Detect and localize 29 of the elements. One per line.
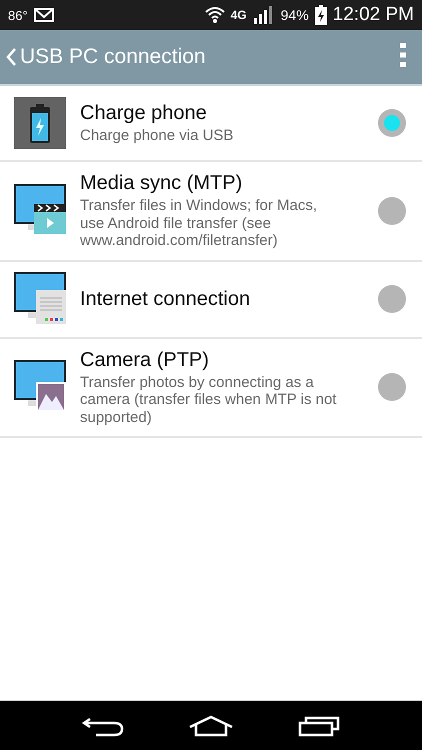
option-title: Internet connection (80, 288, 252, 311)
temperature: 86° (8, 8, 28, 22)
usb-mode-option[interactable]: Media sync (MTP) Transfer files in Windows; for Macs, use Android file transfer (see www.android.com/filetransfer) (0, 162, 422, 260)
mail-icon (34, 8, 54, 22)
wifi-icon (204, 6, 225, 24)
recent-apps-icon (298, 714, 340, 736)
home-icon (188, 714, 234, 736)
radio-button[interactable] (378, 109, 406, 137)
monitor-document-icon (14, 272, 66, 326)
option-description: Transfer files in Windows; for Macs, use Android file transfer (see www.android.com/filetransfer) (80, 197, 318, 250)
radio-button[interactable] (378, 373, 406, 402)
usb-mode-option[interactable]: Internet connection (0, 262, 422, 337)
overflow-menu-icon (400, 42, 406, 66)
radio-button[interactable] (378, 196, 406, 225)
usb-mode-option[interactable]: Camera (PTP) Transfer photos by connecting as a camera (transfer files when MTP is not supported) (0, 338, 422, 436)
option-title: Media sync (MTP) (80, 172, 244, 195)
option-title: Charge phone (80, 102, 208, 125)
radio-button[interactable] (378, 285, 406, 314)
battery-charging-icon (314, 5, 327, 25)
option-description: Charge phone via USB (80, 126, 234, 144)
option-description: Transfer photos by connecting as a camera (transfer files when MTP is not supported) (80, 374, 338, 426)
network-type: 4G (230, 8, 247, 22)
usb-mode-option[interactable]: Charge phone Charge phone via USB (0, 86, 422, 160)
option-title: Camera (PTP) (80, 348, 210, 372)
back-chevron-icon (6, 48, 16, 66)
battery-percent: 94% (280, 7, 309, 23)
battery-charging-icon (14, 97, 66, 149)
signal-icon (252, 6, 275, 24)
clock: 12:02 PM (332, 4, 414, 26)
